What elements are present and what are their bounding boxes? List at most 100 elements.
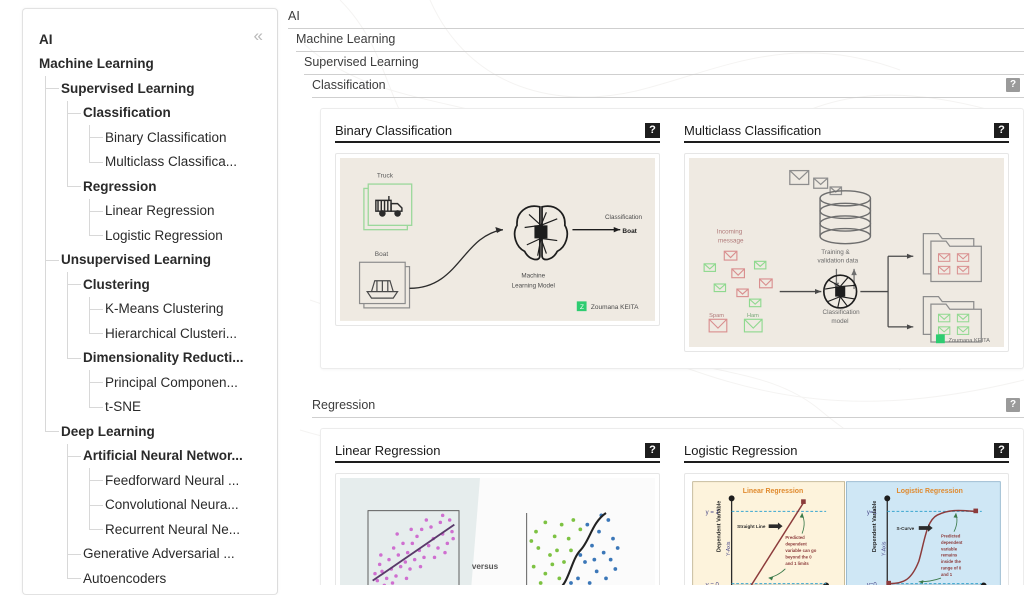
svg-text:versus: versus bbox=[472, 562, 499, 571]
tree-guide-v bbox=[39, 174, 61, 199]
tree-guide-v bbox=[39, 223, 61, 248]
svg-text:Zoumana KEITA: Zoumana KEITA bbox=[949, 338, 991, 344]
tree-item-label: Principal Componen... bbox=[105, 374, 238, 390]
svg-text:and 1 limits: and 1 limits bbox=[785, 561, 809, 566]
card-binary-classification: Binary Classification ? Truck Boat Machi… bbox=[335, 123, 660, 352]
tree-guide-tee bbox=[83, 492, 105, 518]
help-badge-multiclass-classification[interactable]: ? bbox=[994, 123, 1009, 138]
tree-item-label: Hierarchical Clusteri... bbox=[105, 325, 238, 341]
tree-item-label: Convolutional Neura... bbox=[105, 497, 239, 513]
tree-guides bbox=[39, 76, 61, 101]
tree-guide-sp bbox=[39, 468, 61, 493]
tree-item[interactable]: Artificial Neural Networ... bbox=[39, 443, 267, 469]
section-header-classification[interactable]: Classification ? bbox=[312, 75, 1024, 98]
tree-item[interactable]: Classification bbox=[39, 100, 267, 126]
tree-item-label: Logistic Regression bbox=[105, 227, 223, 243]
tree-guides bbox=[39, 443, 83, 469]
tree-item[interactable]: Unsupervised Learning bbox=[39, 247, 267, 273]
tree-item[interactable]: Autoencoders bbox=[39, 566, 267, 591]
svg-text:Y-Axis: Y-Axis bbox=[726, 541, 732, 556]
section-machine-learning: Machine Learning Supervised Learning Cla… bbox=[296, 29, 1024, 585]
svg-text:remains: remains bbox=[941, 553, 958, 558]
section-header-machine-learning[interactable]: Machine Learning bbox=[296, 29, 1024, 52]
tree-guide-tee bbox=[83, 125, 105, 150]
card-header-multiclass-classification[interactable]: Multiclass Classification ? bbox=[684, 123, 1009, 143]
tree-guide-v bbox=[61, 125, 83, 150]
tree-guides bbox=[39, 345, 83, 371]
section-title-ai: AI bbox=[288, 9, 300, 23]
tree-guide-ell bbox=[61, 566, 83, 591]
section-title-machine-learning: Machine Learning bbox=[296, 32, 396, 46]
tree-item[interactable]: Dimensionality Reducti... bbox=[39, 345, 267, 371]
tree-guides bbox=[39, 296, 105, 322]
tree-item[interactable]: Binary Classification bbox=[39, 125, 267, 150]
regression-vs-classification-diagram: Regression versus bbox=[340, 478, 655, 585]
tree-item[interactable]: t-SNE bbox=[39, 394, 267, 420]
classification-card-group: Binary Classification ? Truck Boat Machi… bbox=[320, 108, 1024, 369]
tree-item-label: K-Means Clustering bbox=[105, 301, 224, 317]
section-title-classification: Classification bbox=[312, 78, 386, 92]
tree-guides bbox=[39, 174, 83, 199]
tree-item[interactable]: Clustering bbox=[39, 272, 267, 297]
sidebar: « AI Machine Learning Supervised Learning C… bbox=[0, 0, 278, 595]
tree-item[interactable]: Machine Learning bbox=[39, 52, 267, 77]
svg-text:Classification: Classification bbox=[605, 214, 643, 221]
section-header-regression[interactable]: Regression ? bbox=[312, 395, 1024, 418]
tree-item-label: Regression bbox=[83, 178, 157, 194]
tree-item[interactable]: Deep Learning bbox=[39, 419, 267, 444]
tree-item[interactable]: Hierarchical Clusteri... bbox=[39, 321, 267, 346]
card-header-logistic-regression[interactable]: Logistic Regression ? bbox=[684, 443, 1009, 463]
taxonomy-tree: AI Machine Learning Supervised Learning Cla… bbox=[39, 27, 267, 591]
tree-item[interactable]: Recurrent Neural Ne... bbox=[39, 517, 267, 542]
card-title-multiclass-classification: Multiclass Classification bbox=[684, 123, 822, 138]
section-header-supervised-learning[interactable]: Supervised Learning bbox=[304, 52, 1024, 75]
svg-text:Boat: Boat bbox=[622, 228, 637, 235]
tree-item[interactable]: Supervised Learning bbox=[39, 76, 267, 101]
tree-item[interactable]: Linear Regression bbox=[39, 198, 267, 224]
tree-guide-tee bbox=[61, 443, 83, 469]
svg-text:validation data: validation data bbox=[818, 258, 859, 265]
tree-item-label: Binary Classification bbox=[105, 129, 227, 145]
tree-guides bbox=[39, 272, 83, 297]
tree-guide-v bbox=[61, 149, 83, 175]
section-header-ai[interactable]: AI bbox=[288, 6, 1024, 29]
tree-guide-tee bbox=[83, 198, 105, 224]
section-ai: AI Machine Learning Supervised Learning bbox=[288, 6, 1024, 585]
help-badge-classification[interactable]: ? bbox=[1006, 78, 1020, 92]
tree-item[interactable]: Feedforward Neural ... bbox=[39, 468, 267, 493]
help-badge-regression[interactable]: ? bbox=[1006, 398, 1020, 412]
tree-guide-sp bbox=[39, 493, 61, 518]
tree-item[interactable]: AI bbox=[39, 27, 267, 52]
linear-vs-logistic-diagram: Linear Regression y = 1 Straight Line Pr… bbox=[689, 478, 1004, 585]
tree-item[interactable]: Convolutional Neura... bbox=[39, 492, 267, 518]
tree-guide-ell bbox=[83, 517, 105, 542]
tree-guide-v bbox=[39, 198, 61, 224]
tree-guides bbox=[39, 566, 83, 591]
tree-item[interactable]: Multiclass Classifica... bbox=[39, 149, 267, 175]
tree-item[interactable]: Regression bbox=[39, 174, 267, 199]
tree-guide-v bbox=[39, 394, 61, 420]
svg-text:inside the: inside the bbox=[941, 559, 961, 564]
tree-guide-ell bbox=[83, 321, 105, 346]
help-badge-linear-regression[interactable]: ? bbox=[645, 443, 660, 458]
card-title-linear-regression: Linear Regression bbox=[335, 443, 441, 458]
tree-item[interactable]: Logistic Regression bbox=[39, 223, 267, 248]
section-supervised-learning: Supervised Learning Classification ? Bin… bbox=[304, 52, 1024, 585]
tree-item[interactable]: Principal Componen... bbox=[39, 370, 267, 395]
tree-guide-sp bbox=[39, 566, 61, 591]
card-title-logistic-regression: Logistic Regression bbox=[684, 443, 798, 458]
tree-guide-tee bbox=[39, 76, 61, 101]
svg-text:model: model bbox=[831, 318, 848, 325]
help-badge-binary-classification[interactable]: ? bbox=[645, 123, 660, 138]
tree-item-label: t-SNE bbox=[105, 399, 142, 415]
svg-text:message: message bbox=[718, 237, 744, 244]
main-content[interactable]: AI Machine Learning Supervised Learning bbox=[278, 0, 1024, 585]
card-header-binary-classification[interactable]: Binary Classification ? bbox=[335, 123, 660, 143]
tree-item[interactable]: K-Means Clustering bbox=[39, 296, 267, 322]
card-header-linear-regression[interactable]: Linear Regression ? bbox=[335, 443, 660, 463]
sidebar-panel: « AI Machine Learning Supervised Learning C… bbox=[22, 8, 278, 595]
tree-guide-ell bbox=[61, 345, 83, 371]
help-badge-logistic-regression[interactable]: ? bbox=[994, 443, 1009, 458]
tree-guide-ell bbox=[83, 223, 105, 248]
tree-item[interactable]: Generative Adversarial ... bbox=[39, 541, 267, 567]
